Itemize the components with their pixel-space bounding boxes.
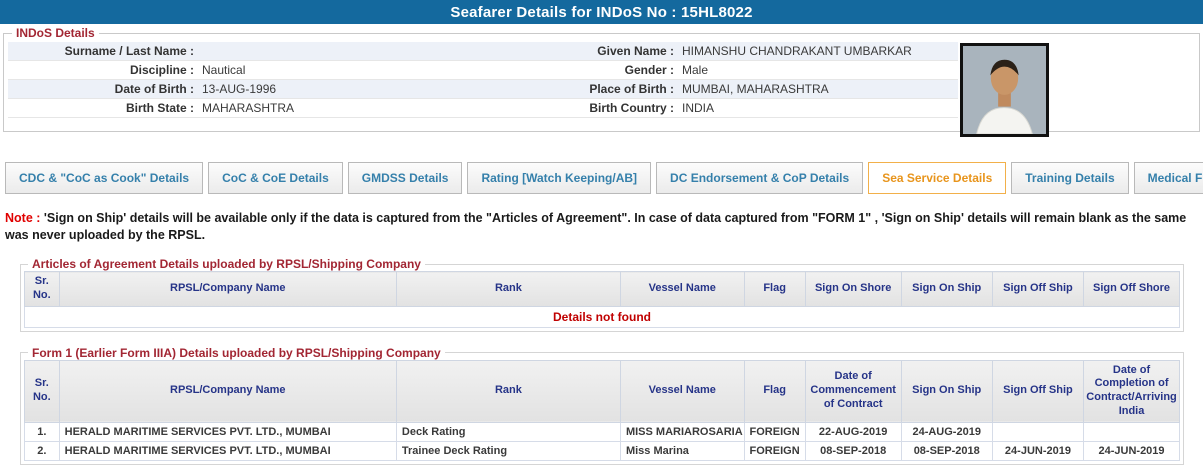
- tab-rating-watch-keeping[interactable]: Rating [Watch Keeping/AB]: [467, 162, 652, 194]
- note-body: 'Sign on Ship' details will be available…: [5, 211, 1187, 242]
- field-value: Nautical: [202, 63, 246, 77]
- indos-details-section: INDoS Details Surname / Last Name : Given…: [3, 26, 1200, 137]
- table-cell: HERALD MARITIME SERVICES PVT. LTD., MUMB…: [58, 440, 397, 461]
- table-header-row: Sr. No. RPSL/Company Name Rank Vessel Name F…: [24, 271, 1180, 307]
- table-cell: 2.: [24, 440, 60, 461]
- column-header: Flag: [743, 271, 806, 307]
- tab-sea-service[interactable]: Sea Service Details: [868, 162, 1007, 194]
- form1-section-legend: Form 1 (Earlier Form IIIA) Details uploa…: [32, 345, 441, 360]
- table-cell: 24-AUG-2019: [900, 421, 993, 442]
- field-label: Discipline :: [129, 63, 194, 77]
- table-row: Details not found: [24, 305, 1180, 328]
- column-header: Flag: [743, 359, 806, 423]
- field-label: Gender :: [624, 63, 674, 77]
- table-cell: MISS MARIAROSARIA: [619, 421, 745, 442]
- column-header: Vessel Name: [619, 359, 745, 423]
- page-title: Seafarer Details for INDoS No : 15HL8022: [450, 3, 753, 21]
- indos-details-grid: Surname / Last Name : Given Name : HIMANSH…: [8, 42, 958, 118]
- field-value: 13-AUG-1996: [202, 82, 277, 96]
- field-value: Male: [682, 63, 709, 77]
- column-header: Sign On Ship: [900, 271, 993, 307]
- column-header: RPSL/Company Name: [58, 359, 397, 423]
- tab-cdc-coc-as-cook[interactable]: CDC & "CoC as Cook" Details: [5, 162, 204, 194]
- column-header: Sign Off Ship: [991, 359, 1085, 423]
- tab-bar: CDC & "CoC as Cook" Details CoC & CoE Det…: [5, 162, 1203, 194]
- table-row: 1. HERALD MARITIME SERVICES PVT. LTD., MU…: [24, 421, 1180, 442]
- field-label: Date of Birth :: [114, 82, 194, 96]
- table-cell: 08-SEP-2018: [804, 440, 902, 461]
- field-label: Birth Country :: [589, 101, 674, 115]
- column-header: Sr. No.: [24, 359, 60, 423]
- field-value: INDIA: [682, 101, 715, 115]
- column-header: Sign Off Ship: [991, 271, 1085, 307]
- note-label: Note :: [5, 211, 41, 225]
- articles-of-agreement-section: Articles of Agreement Details uploaded b…: [20, 257, 1184, 332]
- table-cell: 24-JUN-2019: [1083, 440, 1180, 461]
- column-header: Date of Commencement of Contract: [804, 359, 902, 423]
- field-value: MUMBAI, MAHARASHTRA: [682, 82, 829, 96]
- table-cell: 08-SEP-2018: [900, 440, 993, 461]
- table-header-row: Sr. No. RPSL/Company Name Rank Vessel Name F…: [24, 359, 1180, 423]
- field-label: Place of Birth :: [589, 82, 674, 96]
- column-header: Vessel Name: [619, 271, 745, 307]
- page-header: Seafarer Details for INDoS No : 15HL8022: [0, 0, 1203, 24]
- details-row: Date of Birth : 13-AUG-1996 Place of Birth…: [8, 80, 958, 99]
- field-value: HIMANSHU CHANDRAKANT UMBARKAR: [682, 44, 912, 58]
- details-row: Birth State : MAHARASHTRA Birth Country : I…: [8, 99, 958, 118]
- portrait-photo-graphic: [963, 46, 1046, 134]
- table-cell: 24-JUN-2019: [991, 440, 1085, 461]
- table-row: 2. HERALD MARITIME SERVICES PVT. LTD., MU…: [24, 440, 1180, 461]
- seafarer-photo: [960, 43, 1049, 137]
- note-text: Note : 'Sign on Ship' details will be av…: [5, 210, 1199, 243]
- tab-coc-coe[interactable]: CoC & CoE Details: [208, 162, 343, 194]
- table-cell: Deck Rating: [395, 421, 621, 442]
- table-cell: FOREIGN: [743, 440, 806, 461]
- table-cell: [991, 421, 1085, 442]
- field-label: Given Name :: [597, 44, 674, 58]
- column-header: Rank: [395, 271, 621, 307]
- tab-training[interactable]: Training Details: [1011, 162, 1129, 194]
- details-row: Surname / Last Name : Given Name : HIMANSH…: [8, 42, 958, 61]
- column-header: Rank: [395, 359, 621, 423]
- column-header: RPSL/Company Name: [58, 271, 397, 307]
- tab-medical-fitness[interactable]: Medical Fitness Certificate: [1133, 162, 1203, 194]
- articles-of-agreement-table: Sr. No. RPSL/Company Name Rank Vessel Name F…: [24, 271, 1180, 328]
- column-header: Sign On Ship: [900, 359, 993, 423]
- details-row: Discipline : Nautical Gender : Male: [8, 61, 958, 80]
- table-cell: Miss Marina: [619, 440, 745, 461]
- table-cell: HERALD MARITIME SERVICES PVT. LTD., MUMB…: [58, 421, 397, 442]
- table-cell: FOREIGN: [743, 421, 806, 442]
- table-cell: [1083, 421, 1180, 442]
- tab-dc-endorsement-cop[interactable]: DC Endorsement & CoP Details: [656, 162, 864, 194]
- form1-table: Sr. No. RPSL/Company Name Rank Vessel Name F…: [24, 359, 1180, 461]
- form1-section: Form 1 (Earlier Form IIIA) Details uploa…: [20, 345, 1184, 465]
- field-label: Birth State :: [125, 101, 194, 115]
- column-header: Sign On Shore: [804, 271, 902, 307]
- empty-message: Details not found: [24, 305, 1180, 328]
- field-value: MAHARASHTRA: [202, 101, 295, 115]
- indos-details-legend: INDoS Details: [16, 26, 95, 40]
- column-header: Date of Completion of Contract/Arriving …: [1083, 359, 1180, 423]
- articles-section-legend: Articles of Agreement Details uploaded b…: [32, 257, 421, 271]
- field-label: Surname / Last Name :: [64, 44, 194, 58]
- column-header: Sr. No.: [24, 271, 60, 307]
- table-cell: 1.: [24, 421, 60, 442]
- table-cell: Trainee Deck Rating: [395, 440, 621, 461]
- tab-gmdss[interactable]: GMDSS Details: [347, 162, 463, 194]
- column-header: Sign Off Shore: [1083, 271, 1180, 307]
- table-cell: 22-AUG-2019: [804, 421, 902, 442]
